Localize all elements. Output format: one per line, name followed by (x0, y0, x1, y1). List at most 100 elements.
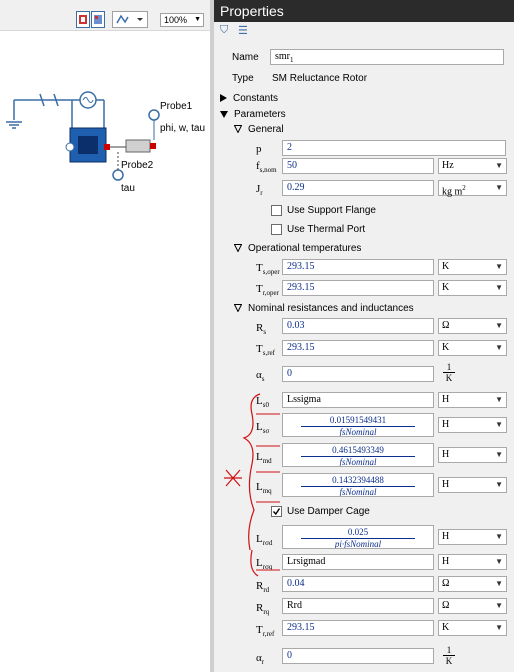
name-sub: 1 (290, 56, 294, 64)
general-section[interactable]: General (234, 124, 284, 135)
rs-unit-select[interactable]: Ω ▼ (438, 318, 507, 334)
probe1-label: Probe1 (160, 101, 193, 112)
chevron-down-icon: ▼ (495, 450, 503, 459)
tsref-symbol: Ts,ref (256, 343, 275, 358)
troper-symbol: Tr,oper (256, 283, 279, 298)
parameters-section[interactable]: Parameters (220, 109, 286, 120)
general-label: General (248, 124, 284, 135)
chevron-down-icon: ▼ (495, 343, 503, 352)
lrsd-input[interactable]: 0.025 pi·fsNominal (282, 525, 434, 549)
alphas-symbol: αs (256, 369, 265, 384)
chevron-down-icon: ▼ (495, 395, 503, 404)
diagram-toolbar: 100% ▼ (0, 0, 210, 31)
lmq-unit-select[interactable]: H ▼ (438, 477, 507, 493)
rs-symbol: Rs (256, 322, 267, 337)
type-value: SM Reluctance Rotor (272, 73, 368, 84)
rrd-unit-select[interactable]: Ω ▼ (438, 576, 507, 592)
lmd-input[interactable]: 0.4615493349 fsNominal (282, 443, 434, 467)
parameters-label: Parameters (234, 109, 286, 120)
jr-input[interactable]: 0.29 (282, 180, 434, 196)
red-annotation (224, 393, 280, 577)
properties-panel: Properties ⛉ ☰ Name smr1 Type SM Relucta… (214, 0, 514, 672)
trref-input[interactable]: 293.15 (282, 620, 434, 636)
chevron-down-icon: ▼ (495, 557, 503, 566)
fsnom-unit-select[interactable]: Hz ▼ (438, 158, 507, 174)
collapse-icon (234, 304, 242, 313)
troper-unit-select[interactable]: K ▼ (438, 280, 507, 296)
name-field[interactable]: smr1 (270, 49, 504, 65)
jr-unit-select[interactable]: kg m2 ▼ (438, 180, 507, 197)
tsoper-unit-select[interactable]: K ▼ (438, 259, 507, 275)
troper-input[interactable]: 293.15 (282, 280, 434, 296)
lrsq-input[interactable]: Lrsigmad (282, 554, 434, 570)
chevron-down-icon: ▼ (495, 283, 503, 292)
chevron-down-icon: ▼ (495, 420, 503, 429)
lssigma-unit-select[interactable]: H ▼ (438, 417, 507, 433)
constants-section[interactable]: Constants (220, 93, 278, 104)
ls0-input[interactable]: Lssigma (282, 392, 434, 408)
tsoper-input[interactable]: 293.15 (282, 259, 434, 275)
alphar-input[interactable]: 0 (282, 648, 434, 664)
alphar-unit: 1K (443, 645, 455, 666)
tsoper-symbol: Ts,oper (256, 262, 280, 277)
tau-label: tau (121, 183, 135, 194)
chevron-down-icon: ▼ (495, 532, 503, 541)
rrq-unit-select[interactable]: Ω ▼ (438, 598, 507, 614)
name-value: smr (275, 51, 290, 62)
support-flange-label: Use Support Flange (287, 205, 376, 216)
zoom-select[interactable]: 100% ▼ (160, 13, 204, 27)
chevron-down-icon: ▼ (495, 262, 503, 271)
collapse-icon (234, 125, 242, 134)
fsnom-symbol: fs,nom (256, 160, 277, 175)
lssigma-input[interactable]: 0.01591549431 fsNominal (282, 413, 434, 437)
alphar-symbol: αr (256, 652, 265, 667)
list-icon[interactable]: ☰ (238, 24, 248, 37)
alphas-input[interactable]: 0 (282, 366, 434, 382)
type-label: Type (232, 73, 254, 84)
alphas-unit: 1K (443, 362, 455, 383)
filter-icon[interactable]: ⛉ (220, 24, 228, 37)
lrsd-unit-select[interactable]: H ▼ (438, 529, 507, 545)
chevron-down-icon: ▼ (495, 321, 503, 330)
nominal-label: Nominal resistances and inductances (248, 303, 414, 314)
expand-icon (220, 94, 227, 103)
lmd-unit-select[interactable]: H ▼ (438, 447, 507, 463)
zoom-value: 100% (164, 15, 188, 25)
wire-tool-dropdown[interactable] (112, 11, 148, 28)
simulate-icon[interactable] (76, 11, 90, 28)
diagram-panel[interactable]: 100% ▼ Probe1 phi, w, tau Probe2 tau (0, 0, 210, 672)
report-icon[interactable] (91, 11, 105, 28)
properties-title: Properties (214, 0, 514, 22)
operational-section[interactable]: Operational temperatures (234, 243, 361, 254)
collapse-icon (220, 110, 228, 118)
properties-toolbar: ⛉ ☰ (214, 22, 514, 40)
chevron-down-icon: ▼ (495, 183, 503, 192)
thermal-port-checkbox[interactable] (271, 224, 282, 235)
name-label: Name (232, 52, 259, 63)
rs-input[interactable]: 0.03 (282, 318, 434, 334)
thermal-port-label: Use Thermal Port (287, 224, 366, 235)
chevron-down-icon: ▼ (495, 601, 503, 610)
tsref-input[interactable]: 293.15 (282, 340, 434, 356)
damper-cage-label: Use Damper Cage (287, 506, 370, 517)
chevron-down-icon: ▼ (495, 161, 503, 170)
rrq-input[interactable]: Rrd (282, 598, 434, 614)
lrsq-unit-select[interactable]: H ▼ (438, 554, 507, 570)
p-symbol: p (256, 143, 262, 155)
chevron-down-icon: ▼ (495, 579, 503, 588)
signals-label: phi, w, tau (160, 123, 206, 134)
collapse-icon (234, 244, 242, 253)
lmq-input[interactable]: 0.1432394488 fsNominal (282, 473, 434, 497)
probe2-label: Probe2 (121, 160, 154, 171)
nominal-section[interactable]: Nominal resistances and inductances (234, 303, 414, 314)
tsref-unit-select[interactable]: K ▼ (438, 340, 507, 356)
support-flange-checkbox[interactable] (271, 205, 282, 216)
fsnom-input[interactable]: 50 (282, 158, 434, 174)
trref-unit-select[interactable]: K ▼ (438, 620, 507, 636)
ls0-unit-select[interactable]: H ▼ (438, 392, 507, 408)
chevron-down-icon: ▼ (495, 623, 503, 632)
rrd-input[interactable]: 0.04 (282, 576, 434, 592)
constants-label: Constants (233, 93, 279, 104)
p-input[interactable]: 2 (282, 140, 506, 156)
operational-label: Operational temperatures (248, 243, 362, 254)
